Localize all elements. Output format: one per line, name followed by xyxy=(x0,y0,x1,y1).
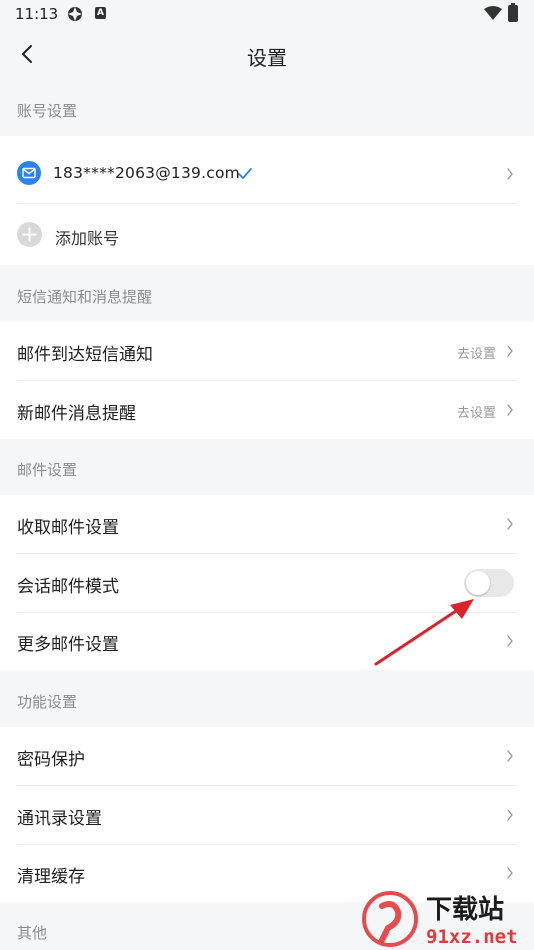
chevron-right-icon xyxy=(507,345,513,357)
sms-card: 邮件到达短信通知 去设置 新邮件消息提醒 去设置 xyxy=(0,322,534,439)
password-protection-row[interactable]: 密码保护 xyxy=(0,727,534,785)
status-bar: 11:13 A xyxy=(0,0,534,28)
status-time: 11:13 xyxy=(15,5,59,23)
chevron-right-icon xyxy=(507,867,513,879)
keyboard-notification-icon: A xyxy=(95,7,106,19)
section-header-sms: 短信通知和消息提醒 xyxy=(17,288,153,306)
checkmark-icon xyxy=(238,168,252,179)
section-header-function: 功能设置 xyxy=(17,693,78,711)
go-settings-hint: 去设置 xyxy=(456,406,496,421)
battery-icon xyxy=(508,3,518,22)
chevron-right-icon xyxy=(507,168,513,180)
contacts-settings-row[interactable]: 通讯录设置 xyxy=(0,786,534,844)
account-row[interactable]: 183****2063@139.com xyxy=(0,136,534,204)
row-label: 清理缓存 xyxy=(17,867,85,887)
function-card: 密码保护 通讯录设置 清理缓存 xyxy=(0,727,534,902)
receive-mail-settings-row[interactable]: 收取邮件设置 xyxy=(0,495,534,553)
row-label: 通讯录设置 xyxy=(17,809,102,829)
section-header-mail: 邮件设置 xyxy=(17,461,78,479)
account-card: 183****2063@139.com 添加账号 xyxy=(0,136,534,265)
section-header-other: 其他 xyxy=(17,924,48,942)
row-label: 密码保护 xyxy=(17,750,85,770)
chevron-right-icon xyxy=(507,750,513,762)
section-header-account: 账号设置 xyxy=(17,102,78,120)
row-label: 新邮件消息提醒 xyxy=(17,404,136,424)
annotation-arrow xyxy=(374,599,474,666)
add-account-row[interactable]: 添加账号 xyxy=(0,204,534,265)
chevron-right-icon xyxy=(507,635,513,647)
chevron-right-icon xyxy=(507,404,513,416)
add-account-label: 添加账号 xyxy=(55,229,120,248)
new-mail-reminder-row[interactable]: 新邮件消息提醒 去设置 xyxy=(0,381,534,439)
conversation-mode-toggle[interactable] xyxy=(464,569,514,597)
row-label: 邮件到达短信通知 xyxy=(17,345,153,365)
navigation-bar: 设置 xyxy=(0,28,534,80)
page-title: 设置 xyxy=(247,46,287,70)
watermark-logo: 下载站 91xz.net xyxy=(362,891,518,948)
mail-account-icon xyxy=(17,161,41,185)
add-icon xyxy=(17,222,42,247)
watermark-brand: 下载站 xyxy=(426,895,504,925)
chevron-right-icon xyxy=(507,809,513,821)
toggle-knob xyxy=(466,571,490,595)
sms-notify-row[interactable]: 邮件到达短信通知 去设置 xyxy=(0,322,534,380)
account-email: 183****2063@139.com xyxy=(53,164,240,182)
app-notification-icon xyxy=(68,7,82,21)
row-label: 收取邮件设置 xyxy=(17,518,119,538)
row-label: 更多邮件设置 xyxy=(17,635,119,655)
wifi-icon xyxy=(484,6,502,20)
chevron-right-icon xyxy=(507,518,513,530)
watermark-url: 91xz.net xyxy=(426,926,518,948)
go-settings-hint: 去设置 xyxy=(456,347,496,362)
row-label: 会话邮件模式 xyxy=(17,577,119,597)
